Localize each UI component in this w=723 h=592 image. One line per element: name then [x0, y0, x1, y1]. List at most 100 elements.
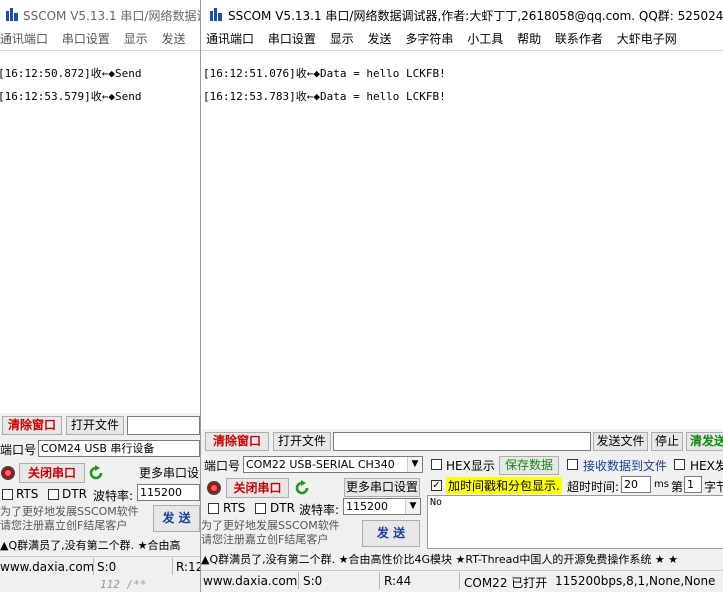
right-promo-line: 请您注册嘉立创F结尾客户 — [201, 533, 329, 546]
right-status-params: 115200bps,8,1,None,None — [555, 574, 716, 588]
right-promo-text[interactable]: 为了更好地发展SSCOM软件 请您注册嘉立创F结尾客户 — [201, 519, 340, 547]
left-receive-area[interactable]: [16:12:50.872]收←◆Send [16:12:53.579]收←◆S… — [0, 51, 200, 413]
right-rts-checkbox[interactable] — [208, 503, 219, 514]
left-baud-label: 波特率: — [93, 489, 134, 503]
left-port-select[interactable]: COM24 USB 串行设备 — [38, 440, 200, 457]
right-status-bar: www.daxia.com S:0 R:44 COM22 已打开 115200b… — [201, 570, 723, 592]
right-recv-to-file-label: 接收数据到文件 — [583, 459, 668, 473]
right-timestamp-checkbox[interactable]: ✓ — [431, 480, 442, 491]
right-stop-button[interactable]: 停止 — [651, 432, 683, 451]
right-receive-area[interactable]: [16:12:51.076]收←◆Data = hello LCKFB! [16… — [201, 51, 723, 429]
right-promo-line: 为了更好地发展SSCOM软件 — [201, 519, 340, 532]
left-file-path-input[interactable] — [127, 416, 200, 435]
left-recv-line: [16:12:53.579]收←◆Send — [0, 90, 142, 103]
right-hex-display-label: HEX显示 — [446, 459, 495, 473]
right-page-input[interactable]: 1 — [684, 476, 702, 493]
right-page-label: 第 — [671, 480, 684, 494]
right-timestamp-label: 加时间戳和分包显示. — [446, 477, 562, 494]
left-dtr-checkbox[interactable] — [48, 489, 59, 500]
right-recv-line: [16:12:53.783]收←◆Data = hello LCKFB! — [203, 90, 446, 103]
right-recv-to-file-checkbox[interactable] — [567, 459, 578, 470]
left-menu-display[interactable]: 显示 — [119, 28, 153, 50]
right-baud-value: 115200 — [346, 500, 388, 513]
background-code-fragment: 112 /** — [100, 578, 147, 591]
right-file-path-input[interactable] — [333, 432, 591, 451]
left-status-sent: S:0 — [97, 560, 117, 574]
left-title-bar[interactable]: SSCOM V5.13.1 串口/网络数据调 — [0, 0, 200, 28]
left-dtr-label: DTR — [62, 487, 87, 501]
right-sscom-window: SSCOM V5.13.1 串口/网络数据调试器,作者:大虾丁丁,2618058… — [200, 0, 723, 592]
right-refresh-icon[interactable] — [294, 480, 310, 496]
right-hex-send-checkbox[interactable] — [674, 459, 685, 470]
left-close-port-button[interactable]: 关闭串口 — [19, 463, 85, 483]
left-menu-serial-settings[interactable]: 串口设置 — [57, 28, 115, 50]
chevron-down-icon[interactable]: ▼ — [407, 457, 422, 472]
right-dtr-label: DTR — [270, 501, 295, 515]
left-promo-text[interactable]: 为了更好地发展SSCOM软件 请您注册嘉立创F结尾客户 — [0, 505, 139, 533]
status-separator — [298, 572, 299, 589]
right-timeout-input[interactable]: 20 — [621, 476, 651, 493]
right-close-port-button[interactable]: 关闭串口 — [226, 478, 289, 498]
right-status-sent: S:0 — [303, 574, 323, 588]
left-status-bar: www.daxia.com S:0 R:12 — [0, 556, 200, 577]
right-open-file-button[interactable]: 打开文件 — [273, 432, 331, 451]
right-baud-label: 波特率: — [299, 503, 340, 517]
right-port-status-led-icon — [207, 481, 221, 495]
left-refresh-icon[interactable] — [88, 465, 104, 481]
right-port-label: 端口号 — [204, 459, 241, 473]
sscom-logo-icon — [210, 8, 222, 21]
left-promo-line: 为了更好地发展SSCOM软件 — [0, 505, 139, 518]
left-baud-value: 115200 — [140, 486, 182, 499]
left-rts-checkbox[interactable] — [2, 489, 13, 500]
right-menu-display[interactable]: 显示 — [325, 28, 359, 50]
right-status-website[interactable]: www.daxia.com — [203, 574, 297, 588]
right-clear-send-button[interactable]: 清发送 — [686, 432, 723, 451]
right-send-text-area[interactable]: No — [427, 495, 723, 549]
status-separator — [379, 572, 380, 589]
left-port-value: COM24 USB 串行设备 — [41, 442, 155, 455]
right-status-port-state: COM22 已打开 — [464, 576, 548, 590]
right-port-select[interactable]: COM22 USB-SERIAL CH340 ▼ — [243, 456, 423, 473]
right-title-bar[interactable]: SSCOM V5.13.1 串口/网络数据调试器,作者:大虾丁丁,2618058… — [201, 0, 723, 28]
right-baud-select[interactable]: 115200 ▼ — [343, 498, 421, 515]
right-menu-bar: 通讯端口 串口设置 显示 发送 多字符串 小工具 帮助 联系作者 大虾电子网 — [201, 28, 723, 51]
right-save-data-button[interactable]: 保存数据 — [499, 456, 559, 475]
left-status-website[interactable]: www.daxia.com — [0, 560, 94, 574]
left-menu-send[interactable]: 发送 — [157, 28, 191, 50]
right-clear-window-button[interactable]: 清除窗口 — [205, 432, 269, 451]
left-recv-line: [16:12:50.872]收←◆Send — [0, 67, 142, 80]
right-status-received: R:44 — [384, 574, 412, 588]
right-timeout-label: 超时时间: — [567, 480, 620, 494]
right-recv-line: [16:12:51.076]收←◆Data = hello LCKFB! — [203, 67, 446, 80]
right-send-button[interactable]: 发 送 — [362, 520, 420, 547]
left-port-label: 端口号 — [0, 443, 37, 457]
status-separator — [93, 558, 94, 575]
right-menu-send[interactable]: 发送 — [363, 28, 397, 50]
right-menu-help[interactable]: 帮助 — [512, 28, 546, 50]
left-open-file-button[interactable]: 打开文件 — [66, 416, 124, 435]
right-news-ticker[interactable]: ▲Q群满员了,没有第二个群. ★合由高性价比4G模块 ★RT-Thread中国人… — [201, 551, 723, 567]
status-separator — [459, 572, 460, 589]
right-menu-serial-settings[interactable]: 串口设置 — [263, 28, 321, 50]
left-menu-port[interactable]: 通讯端口 — [0, 28, 53, 50]
left-clear-window-button[interactable]: 清除窗口 — [2, 416, 62, 435]
right-menu-multi-string[interactable]: 多字符串 — [400, 28, 458, 50]
left-baud-select[interactable]: 115200 — [137, 484, 200, 501]
chevron-down-icon[interactable]: ▼ — [405, 499, 420, 514]
status-separator — [172, 558, 173, 575]
left-send-button[interactable]: 发 送 — [153, 505, 200, 532]
right-menu-tools[interactable]: 小工具 — [462, 28, 508, 50]
right-more-ports-button[interactable]: 更多串口设置 — [344, 478, 420, 497]
left-more-ports-label[interactable]: 更多串口设 — [139, 464, 199, 481]
left-sscom-window: SSCOM V5.13.1 串口/网络数据调 通讯端口 串口设置 显示 发送 [… — [0, 0, 200, 592]
right-menu-contact-author[interactable]: 联系作者 — [550, 28, 608, 50]
right-menu-daxia-website[interactable]: 大虾电子网 — [612, 28, 682, 50]
sscom-logo-icon — [6, 8, 18, 21]
right-menu-port[interactable]: 通讯端口 — [201, 28, 259, 50]
left-promo-line: 请您注册嘉立创F结尾客户 — [0, 519, 128, 532]
right-send-file-button[interactable]: 发送文件 — [593, 432, 648, 451]
left-news-ticker[interactable]: ▲Q群满员了,没有第二个群. ★合由高 — [0, 537, 200, 553]
right-hex-display-checkbox[interactable] — [431, 459, 442, 470]
right-dtr-checkbox[interactable] — [255, 503, 266, 514]
right-rts-label: RTS — [223, 501, 246, 515]
